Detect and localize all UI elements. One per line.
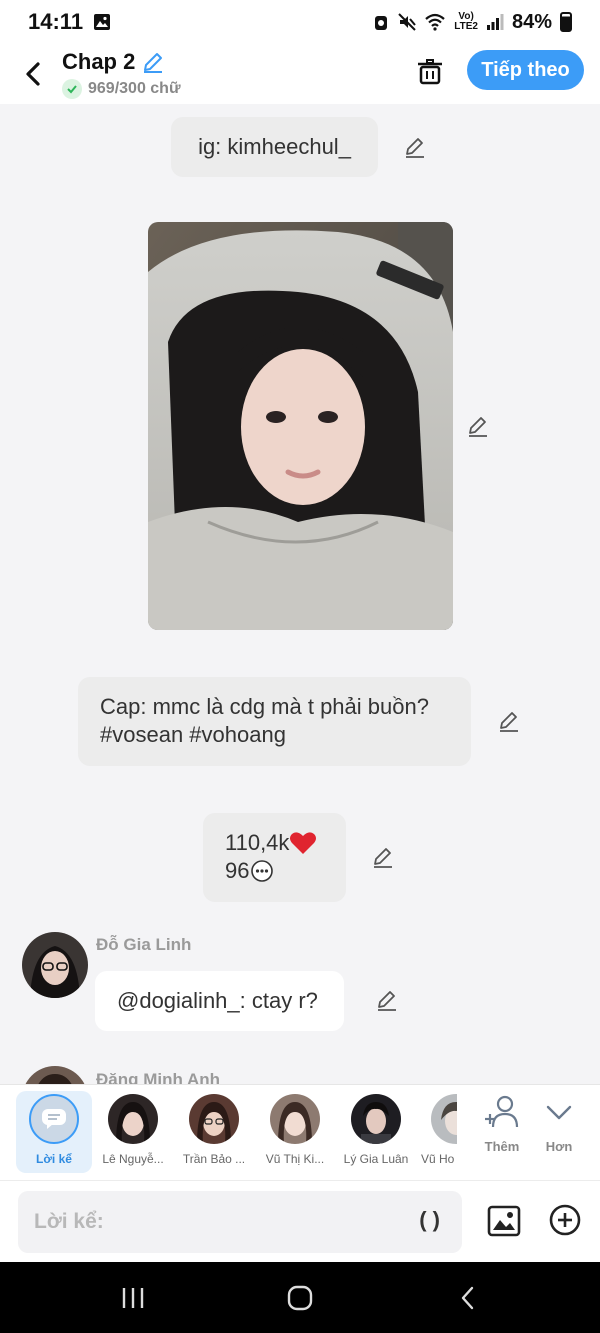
character-avatar bbox=[431, 1094, 457, 1144]
sender-name: Đặng Minh Anh bbox=[96, 1070, 221, 1084]
comments-count: 96 bbox=[225, 858, 250, 883]
composer-field[interactable]: ( ) bbox=[18, 1191, 462, 1253]
next-button[interactable]: Tiếp theo bbox=[467, 50, 584, 90]
edit-title-icon[interactable] bbox=[141, 50, 165, 74]
trash-icon bbox=[418, 59, 442, 85]
delete-button[interactable] bbox=[414, 56, 446, 88]
narration-bubble[interactable]: ig: kimheechul_ bbox=[171, 117, 378, 177]
narration-bubble[interactable]: Cap: mmc là cdg mà t phải buồn? #vosean … bbox=[78, 677, 471, 766]
home-button[interactable] bbox=[280, 1280, 320, 1316]
avatar[interactable] bbox=[22, 932, 88, 998]
pencil-icon bbox=[378, 991, 396, 1011]
character-label: Vũ Ho bbox=[421, 1152, 455, 1166]
character-label: Trần Bảo ... bbox=[182, 1152, 246, 1166]
selfie-photo bbox=[148, 222, 453, 630]
system-navigation-bar bbox=[0, 1262, 600, 1333]
message-text: @dogialinh_: ctay r? bbox=[117, 988, 318, 1013]
recents-icon bbox=[122, 1288, 144, 1308]
edit-message-button[interactable] bbox=[465, 413, 491, 439]
more-button[interactable]: Hơn bbox=[529, 1095, 589, 1165]
mute-icon bbox=[398, 13, 417, 31]
narration-bubble[interactable]: 110,4k 96 bbox=[203, 813, 346, 902]
alarm-icon bbox=[375, 16, 388, 30]
pencil-icon bbox=[406, 138, 424, 158]
chevron-down-icon bbox=[546, 1105, 572, 1120]
edit-message-button[interactable] bbox=[374, 987, 400, 1013]
character-narrator[interactable]: Lời kể bbox=[16, 1091, 92, 1173]
status-time: 14:11 bbox=[28, 9, 84, 34]
system-back-button[interactable] bbox=[448, 1280, 488, 1316]
add-content-button[interactable] bbox=[548, 1203, 582, 1237]
home-icon bbox=[287, 1285, 313, 1311]
more-label: Hơn bbox=[545, 1139, 573, 1154]
message-text: ig: kimheechul_ bbox=[198, 134, 351, 159]
wifi-icon bbox=[425, 13, 445, 31]
plus-circle-icon bbox=[549, 1204, 581, 1236]
battery-percent: 84% bbox=[511, 10, 552, 33]
character-avatar bbox=[351, 1094, 401, 1144]
character-bubble[interactable]: @dogialinh_: ctay r? bbox=[95, 971, 344, 1031]
heart-icon bbox=[290, 832, 317, 854]
character-selector: Lời kể Lê Nguyễ... Trần Bảo ... Vũ Thị K… bbox=[0, 1084, 600, 1180]
narrator-avatar bbox=[29, 1094, 79, 1144]
character-le-nguye[interactable]: Lê Nguyễ... bbox=[95, 1091, 171, 1173]
character-ly-gia-luan[interactable]: Lý Gia Luân bbox=[338, 1091, 414, 1173]
message-image[interactable] bbox=[148, 222, 453, 630]
back-chevron-icon bbox=[461, 1286, 474, 1310]
character-vu-ho[interactable]: Vũ Ho bbox=[419, 1091, 457, 1173]
message-text: #vosean #vohoang bbox=[100, 722, 286, 747]
chat-bubble-icon bbox=[42, 1109, 66, 1129]
pencil-icon bbox=[374, 848, 392, 868]
character-label: Lý Gia Luân bbox=[343, 1152, 409, 1166]
battery-icon bbox=[560, 12, 572, 32]
insert-image-button[interactable] bbox=[486, 1203, 522, 1239]
edit-message-button[interactable] bbox=[402, 134, 428, 160]
chevron-left-icon bbox=[26, 62, 40, 86]
status-bar: 14:11 Vo) LTE2 84% bbox=[0, 0, 600, 44]
character-label: Lê Nguyễ... bbox=[102, 1152, 164, 1166]
sender-name: Đỗ Gia Linh bbox=[96, 935, 192, 954]
character-vu-thi-ki[interactable]: Vũ Thị Ki... bbox=[257, 1091, 333, 1173]
add-character-button[interactable]: Thêm bbox=[472, 1095, 532, 1165]
message-text: Cap: mmc là cdg mà t phải buồn? bbox=[100, 694, 429, 719]
character-label: Vũ Thị Ki... bbox=[265, 1152, 325, 1166]
story-messages[interactable]: ig: kimheechul_ Cap: mmc là cdg mà t phả… bbox=[0, 104, 600, 1084]
pencil-icon bbox=[469, 417, 487, 437]
edit-message-button[interactable] bbox=[496, 708, 522, 734]
network-type-label: Vo) LTE2 bbox=[454, 11, 478, 32]
character-avatar bbox=[189, 1094, 239, 1144]
signal-icon bbox=[486, 14, 504, 30]
word-count: 969/300 chữ bbox=[88, 80, 181, 97]
back-button[interactable] bbox=[18, 59, 48, 89]
edit-message-button[interactable] bbox=[370, 844, 396, 870]
avatar-photo bbox=[22, 1066, 88, 1084]
chapter-title: Chap 2 bbox=[62, 49, 136, 74]
gallery-notification-icon bbox=[94, 14, 111, 30]
add-character-label: Thêm bbox=[484, 1139, 520, 1154]
character-label: Lời kể bbox=[36, 1152, 72, 1166]
comment-bubble-icon bbox=[251, 860, 274, 882]
editor-header: Chap 2 969/300 chữ Tiếp theo bbox=[0, 44, 600, 104]
likes-count: 110,4k bbox=[225, 830, 290, 855]
avatar-photo bbox=[22, 932, 88, 998]
action-parentheses-button[interactable]: ( ) bbox=[419, 1207, 440, 1233]
pencil-icon bbox=[500, 712, 518, 732]
message-input[interactable] bbox=[34, 1210, 394, 1234]
image-icon bbox=[487, 1205, 521, 1237]
recent-apps-button[interactable] bbox=[113, 1280, 153, 1316]
composer: ( ) bbox=[0, 1180, 600, 1262]
character-tran-bao[interactable]: Trần Bảo ... bbox=[176, 1091, 252, 1173]
character-avatar bbox=[270, 1094, 320, 1144]
avatar[interactable] bbox=[22, 1066, 88, 1084]
check-icon bbox=[62, 79, 82, 99]
character-avatar bbox=[108, 1094, 158, 1144]
add-user-icon bbox=[485, 1095, 519, 1128]
